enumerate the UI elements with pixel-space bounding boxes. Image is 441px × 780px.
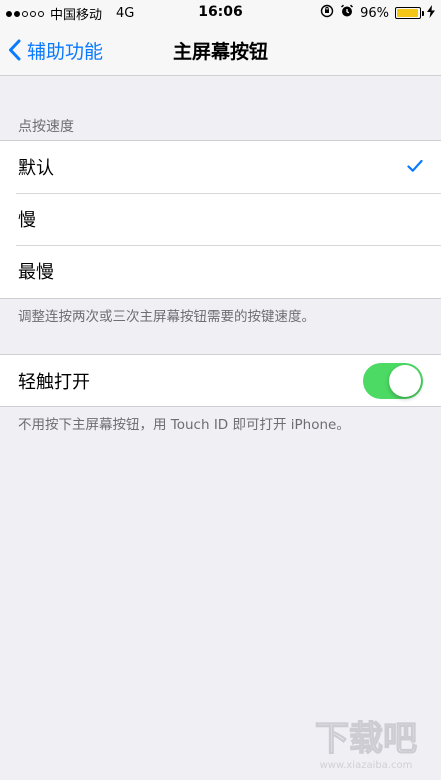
navigation-bar: 辅助功能 主屏幕按钮 [0,26,441,76]
speed-option-slowest[interactable]: 最慢 [0,245,441,297]
option-label: 默认 [18,158,54,179]
toggle-knob [389,364,421,397]
site-watermark-logo: 下载吧 www.xiazaiba.com [301,710,431,774]
status-bar: 中国移动 4G 16:06 96% [0,0,441,26]
status-right: 96% [320,4,435,22]
chevron-left-icon [8,39,21,61]
svg-text:下载吧: 下载吧 [315,719,417,759]
charging-icon [427,4,435,22]
rest-to-open-row: 轻触打开 [0,355,441,406]
rest-to-open-label: 轻触打开 [18,371,90,393]
battery-percent: 96% [360,5,389,21]
rest-to-open-footer: 不用按下主屏幕按钮，用 Touch ID 即可打开 iPhone。 [18,417,350,433]
svg-text:www.xiazaiba.com: www.xiazaiba.com [320,760,413,771]
screen: 中国移动 4G 16:06 96% 辅助功能 主屏幕按钮 点按速度 默认 慢 最… [0,0,441,780]
battery-icon [395,7,424,19]
battery-fill [397,9,418,17]
option-label: 最慢 [18,262,54,283]
checkmark-icon [407,157,423,178]
click-speed-header: 点按速度 [18,119,74,135]
rest-to-open-toggle[interactable] [363,362,423,399]
rest-to-open-group: 轻触打开 [0,354,441,407]
alarm-icon [340,4,354,22]
speed-option-default[interactable]: 默认 [0,141,441,193]
click-speed-footer: 调整连按两次或三次主屏幕按钮需要的按键速度。 [18,309,315,325]
back-label: 辅助功能 [27,40,104,63]
click-speed-list: 默认 慢 最慢 [0,140,441,299]
back-button[interactable]: 辅助功能 [8,26,103,74]
option-label: 慢 [18,210,36,231]
orientation-lock-icon [320,4,334,22]
speed-option-slow[interactable]: 慢 [0,193,441,245]
